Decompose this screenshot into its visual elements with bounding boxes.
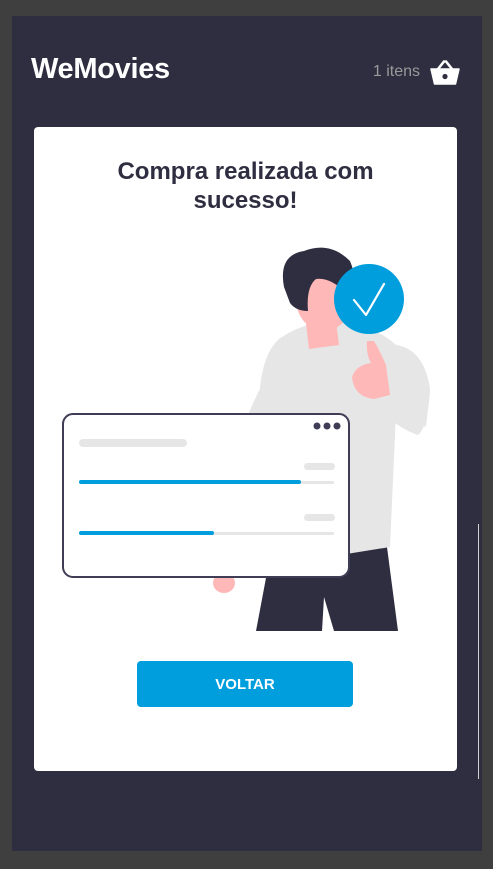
app-shell: WeMovies 1 itens Compra realizada com su…: [12, 16, 482, 851]
success-card: Compra realizada com sucesso! VOLTAR: [34, 127, 457, 771]
progress-bar-2: [79, 531, 214, 535]
check-badge: [334, 264, 404, 334]
cart-count: 1 itens: [372, 63, 420, 80]
scrollbar-edge: [478, 524, 479, 779]
app-logo[interactable]: WeMovies: [31, 53, 170, 86]
basket-icon: [430, 60, 460, 85]
cart-button[interactable]: 1 itens: [373, 59, 460, 85]
back-button[interactable]: VOLTAR: [137, 661, 353, 707]
progress-bar-1: [79, 480, 301, 484]
panel: [62, 413, 350, 578]
